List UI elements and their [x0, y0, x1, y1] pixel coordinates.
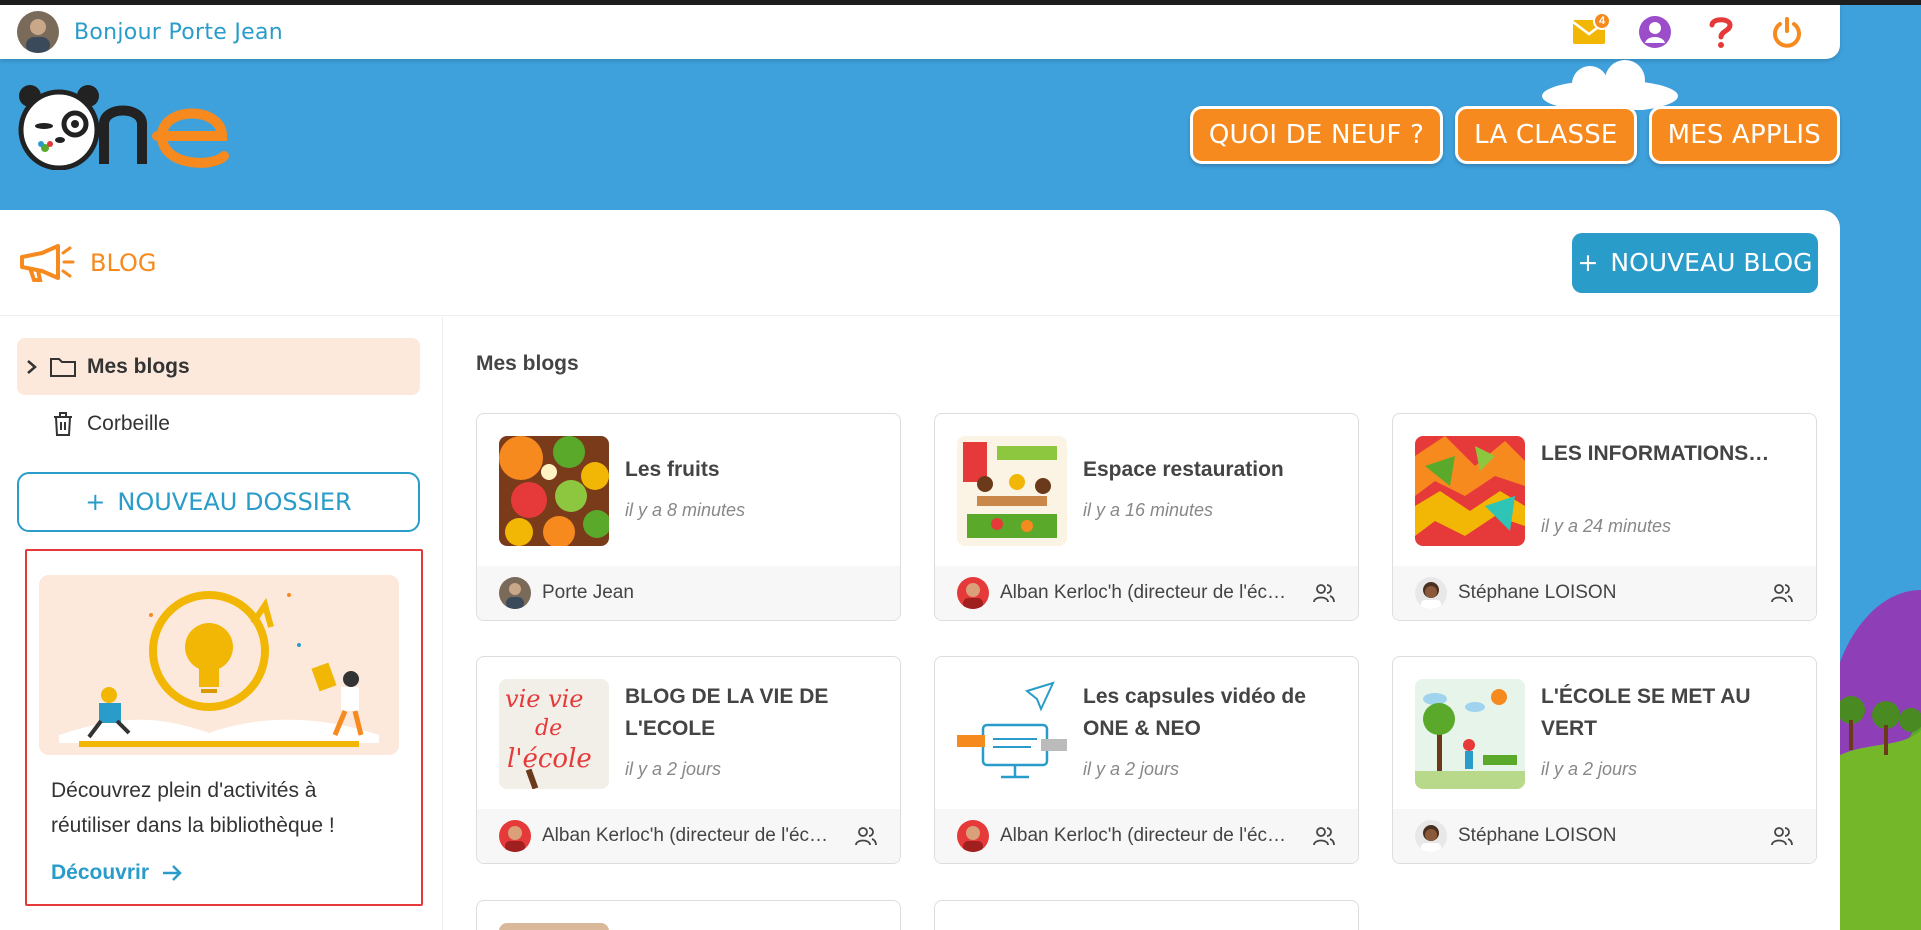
blog-thumbnail [957, 923, 1067, 930]
author-avatar [957, 820, 989, 852]
blog-date: il y a 2 jours [1083, 759, 1180, 779]
blog-thumbnail [499, 923, 609, 930]
shared-users-icon [1771, 584, 1793, 603]
mail-badge: 4 [1593, 12, 1611, 30]
blog-card[interactable]: Les capsules vidéo de ONE & NEO il y a 2… [934, 656, 1359, 864]
blog-title: BLOG DE LA VIE DE L'ECOLE [625, 685, 829, 740]
help-icon[interactable] [1703, 14, 1739, 50]
shared-users-icon [855, 827, 877, 846]
blog-thumbnail [1415, 679, 1525, 789]
user-icon[interactable] [1637, 14, 1673, 50]
author-avatar [499, 577, 531, 609]
blog-thumbnail: vie vie de l'école [499, 679, 609, 789]
author-avatar [1415, 577, 1447, 609]
arrow-right-icon [163, 865, 182, 881]
discover-label: Découvrir [51, 861, 150, 884]
sidebar: Mes blogs Corbeille + NOUVEAU DOSSIER Dé… [0, 317, 443, 930]
author-name: Porte Jean [542, 582, 634, 603]
svg-text:l'école: l'école [507, 744, 592, 774]
folder-icon [50, 357, 76, 377]
blog-title: Les fruits [625, 458, 720, 481]
blog-card[interactable]: vie vie de l'école BLOG DE LA VIE DE L'E… [476, 656, 901, 864]
blog-card[interactable]: LES INFORMATIONS… il y a 24 minutes Stép… [1392, 413, 1817, 621]
svg-text:vie vie: vie vie [505, 685, 584, 713]
user-avatar[interactable] [17, 11, 59, 53]
blog-thumbnail [957, 679, 1067, 789]
power-icon[interactable] [1769, 14, 1805, 50]
blog-card-footer: Alban Kerloc'h (directeur de l'éc… [477, 809, 900, 863]
cloud-decoration [1542, 60, 1678, 110]
blog-thumbnail [499, 436, 609, 546]
greeting-text: Bonjour Porte Jean [74, 19, 284, 45]
shared-users-icon [1313, 827, 1335, 846]
promo-text: Découvrez plein d'activités à réutiliser… [51, 779, 335, 837]
blog-thumbnail [1415, 436, 1525, 546]
blog-card[interactable] [934, 900, 1359, 930]
library-promo-card: Découvrez plein d'activités à réutiliser… [25, 549, 423, 906]
hills-decoration [1831, 590, 1921, 930]
nav-la-classe[interactable]: LA CLASSE [1455, 106, 1637, 164]
mail-icon[interactable]: 4 [1571, 12, 1611, 50]
blog-title: Les capsules vidéo de ONE & NEO [1083, 685, 1306, 740]
author-name: Alban Kerloc'h (directeur de l'éc… [1000, 582, 1287, 603]
new-blog-label: NOUVEAU BLOG [1610, 248, 1813, 277]
shared-users-icon [1771, 827, 1793, 846]
blog-card[interactable]: L'ÉCOLE SE MET AU VERT il y a 2 jours St… [1392, 656, 1817, 864]
nav-mes-applis[interactable]: MES APPLIS [1648, 106, 1840, 164]
content-title: Mes blogs [476, 352, 579, 375]
chevron-right-icon[interactable] [25, 358, 39, 376]
blog-title: L'ÉCOLE SE MET AU VERT [1541, 685, 1751, 740]
author-avatar [499, 820, 531, 852]
author-name: Alban Kerloc'h (directeur de l'éc… [1000, 825, 1287, 846]
plus-icon: + [85, 488, 106, 516]
discover-link[interactable]: Découvrir [51, 861, 183, 885]
top-bar: Bonjour Porte Jean 4 [0, 5, 1840, 59]
author-avatar [1415, 820, 1447, 852]
app-title: BLOG [90, 248, 157, 277]
blog-title: LES INFORMATIONS… [1541, 442, 1770, 465]
library-illustration [39, 575, 399, 755]
blog-date: il y a 8 minutes [625, 500, 746, 520]
new-folder-label: NOUVEAU DOSSIER [117, 488, 352, 516]
blog-card-footer: Porte Jean [477, 566, 900, 620]
author-avatar [957, 577, 989, 609]
sidebar-item-corbeille[interactable]: Corbeille [17, 395, 420, 452]
svg-text:de: de [535, 716, 562, 741]
blog-thumbnail [957, 436, 1067, 546]
blog-card-footer: Alban Kerloc'h (directeur de l'éc… [935, 809, 1358, 863]
one-logo[interactable] [12, 84, 242, 170]
megaphone-icon [20, 243, 75, 282]
blog-date: il y a 16 minutes [1083, 500, 1214, 520]
author-name: Stéphane LOISON [1458, 582, 1617, 603]
trash-icon [54, 411, 72, 436]
blog-card[interactable]: Les fruits il y a 8 minutes Porte Jean [476, 413, 901, 621]
nav-quoi-de-neuf[interactable]: QUOI DE NEUF ? [1189, 106, 1444, 164]
blog-date: il y a 24 minutes [1541, 516, 1672, 536]
blog-card[interactable]: Espace restauration il y a 16 minutes Al… [934, 413, 1359, 621]
new-blog-button[interactable]: + NOUVEAU BLOG [1572, 232, 1818, 293]
sidebar-item-label: Corbeille [87, 411, 170, 435]
blog-date: il y a 2 jours [1541, 759, 1638, 779]
plus-icon: + [1577, 248, 1599, 277]
new-folder-button[interactable]: + NOUVEAU DOSSIER [17, 472, 420, 532]
sidebar-item-label: Mes blogs [87, 354, 190, 378]
blog-card-footer: Stéphane LOISON [1393, 566, 1816, 620]
blog-title: Espace restauration [1083, 458, 1284, 481]
author-name: Stéphane LOISON [1458, 825, 1617, 846]
sidebar-item-mes-blogs[interactable]: Mes blogs [17, 338, 420, 395]
blog-card[interactable] [476, 900, 901, 930]
blog-date: il y a 2 jours [625, 759, 722, 779]
blog-card-footer: Alban Kerloc'h (directeur de l'éc… [935, 566, 1358, 620]
main-panel: BLOG + NOUVEAU BLOG Mes blogs Corbeille … [0, 210, 1840, 930]
author-name: Alban Kerloc'h (directeur de l'éc… [542, 825, 829, 846]
app-header: BLOG + NOUVEAU BLOG [0, 210, 1840, 316]
shared-users-icon [1313, 584, 1335, 603]
blog-card-footer: Stéphane LOISON [1393, 809, 1816, 863]
